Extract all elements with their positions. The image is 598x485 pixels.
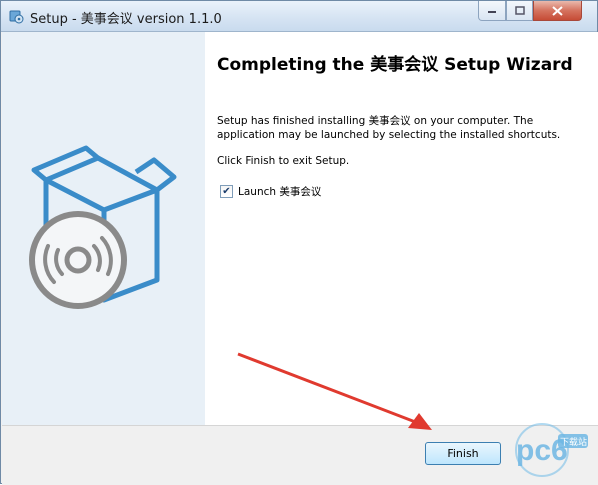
- launch-option[interactable]: ✔ Launch 美事会议: [220, 184, 321, 199]
- wizard-sidebar: [2, 32, 205, 425]
- wizard-content: Completing the 美事会议 Setup Wizard Setup h…: [205, 32, 598, 425]
- exit-instruction: Click Finish to exit Setup.: [217, 155, 350, 167]
- setup-app-icon: [9, 10, 24, 24]
- launch-checkbox[interactable]: ✔: [220, 185, 233, 198]
- close-button[interactable]: [533, 1, 582, 21]
- software-box-with-disc-icon: [29, 145, 177, 309]
- minimize-button[interactable]: [478, 1, 506, 21]
- launch-checkbox-label[interactable]: Launch 美事会议: [238, 184, 321, 199]
- checkmark-icon: ✔: [222, 185, 231, 197]
- pc6-watermark-logo: pc6 下载站: [515, 423, 588, 477]
- minimize-icon: [488, 10, 496, 13]
- maximize-button[interactable]: [506, 1, 533, 21]
- setup-window: Setup - 美事会议 version 1.1.0 Completing th…: [0, 0, 598, 485]
- title-bar[interactable]: Setup - 美事会议 version 1.1.0: [1, 1, 597, 32]
- close-icon: [552, 5, 563, 16]
- watermark-subtext: 下载站: [560, 436, 587, 448]
- completion-message: Setup has finished installing 美事会议 on yo…: [217, 115, 561, 141]
- maximize-icon: [514, 6, 525, 15]
- page-title: Completing the 美事会议 Setup Wizard: [217, 55, 573, 75]
- window-title: Setup - 美事会议 version 1.1.0: [30, 12, 222, 27]
